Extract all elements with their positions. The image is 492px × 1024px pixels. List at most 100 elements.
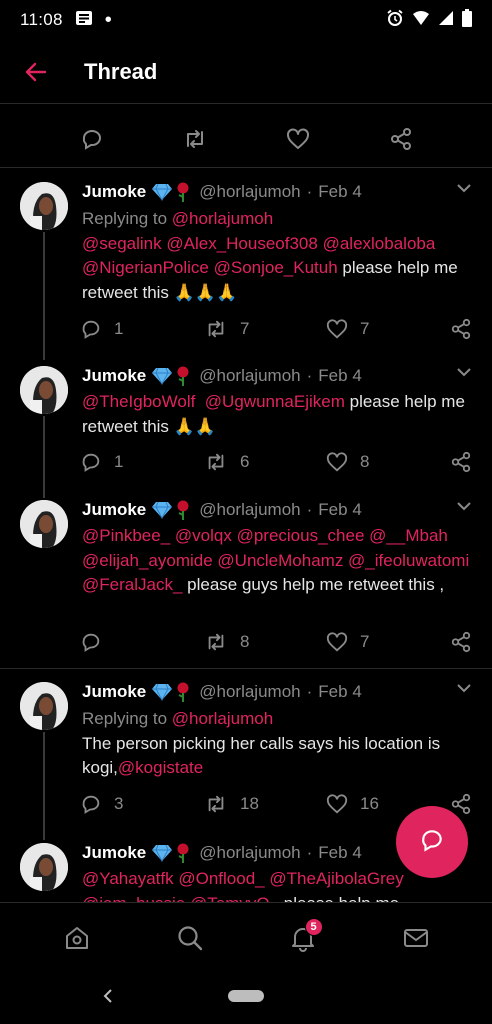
system-back-icon[interactable] (98, 986, 118, 1006)
tweet-text: @Pinkbee_ @volqx @precious_chee @__Mbah … (82, 524, 474, 598)
mention-link[interactable]: @precious_chee (237, 526, 365, 545)
like-count: 7 (360, 632, 370, 651)
share-icon[interactable] (381, 119, 421, 159)
like-button[interactable]: 7 (326, 631, 369, 653)
tweet-item[interactable]: Jumoke @horlajumoh · Feb 4 @TheIgboWolf … (0, 362, 492, 498)
bottom-tab-bar: 5 (0, 902, 492, 972)
retweet-icon[interactable] (175, 119, 215, 159)
like-heart-icon[interactable] (278, 119, 318, 159)
retweet-icon (208, 320, 224, 338)
tweet-date: Feb 4 (318, 500, 362, 519)
mention-link[interactable]: @kogistate (118, 758, 203, 777)
retweet-button[interactable]: 8 (204, 631, 249, 653)
display-name[interactable]: Jumoke (82, 366, 146, 386)
replying-handle[interactable]: @horlajumoh (172, 709, 273, 728)
share-button[interactable] (450, 451, 472, 473)
mention-link[interactable]: @FeralJack_ (82, 575, 182, 594)
messages-mail-icon[interactable] (396, 918, 436, 958)
mention-link[interactable]: @TemyyO_ (190, 894, 279, 903)
display-name[interactable]: Jumoke (82, 682, 146, 702)
user-handle: @horlajumoh (199, 366, 301, 385)
retweet-button[interactable]: 6 (204, 451, 249, 473)
mention-link[interactable]: @_ifeoluwatomi (348, 551, 469, 570)
replying-handle[interactable]: @horlajumoh (172, 209, 273, 228)
separator-dot: · (306, 366, 313, 385)
avatar[interactable] (20, 500, 68, 548)
like-button[interactable]: 8 (326, 451, 369, 473)
display-name[interactable]: Jumoke (82, 500, 146, 520)
mention-link[interactable]: @volqx (175, 526, 232, 545)
retweet-button[interactable]: 18 (204, 793, 259, 815)
avatar[interactable] (20, 182, 68, 230)
rose-icon (175, 682, 191, 702)
mention-link[interactable]: @Sonjoe_Kutuh (214, 258, 338, 277)
display-name[interactable]: Jumoke (82, 843, 146, 863)
chevron-down-icon[interactable] (454, 678, 474, 698)
mention-link[interactable]: @iam_bussie (82, 894, 185, 903)
share-button[interactable] (450, 318, 472, 340)
reply-icon[interactable] (72, 119, 112, 159)
mention-link[interactable]: @Onflood_ (178, 869, 264, 888)
body-text: please guys help me retweet this , (182, 575, 445, 594)
chevron-down-icon[interactable] (454, 496, 474, 516)
status-time: 11:08 (20, 10, 63, 29)
like-button[interactable]: 7 (326, 318, 369, 340)
mention-link[interactable]: @__Mbah (369, 526, 448, 545)
reply-button[interactable]: 1 (80, 318, 123, 340)
retweet-count: 18 (240, 794, 259, 813)
mention-link[interactable]: @UncleMohamz (217, 551, 343, 570)
reply-button[interactable] (80, 631, 114, 653)
replying-label: Replying to (82, 209, 172, 228)
home-icon[interactable] (57, 918, 97, 958)
tweet-date: Feb 4 (318, 682, 362, 701)
avatar[interactable] (20, 366, 68, 414)
divider (0, 668, 492, 669)
reply-button[interactable]: 3 (80, 793, 123, 815)
tweet-item[interactable]: Jumoke @horlajumoh · Feb 4 Replying to @… (0, 178, 492, 360)
mention-link[interactable]: @UgwunnaEjikem (205, 392, 345, 411)
back-arrow-icon[interactable] (22, 58, 50, 86)
retweet-count: 6 (240, 452, 250, 471)
tweet-header: Jumoke @horlajumoh · Feb 4 (82, 680, 362, 704)
page-title: Thread (84, 58, 158, 84)
retweet-button[interactable]: 7 (204, 318, 249, 340)
body-text: please help me (279, 894, 399, 903)
alarm-icon (386, 9, 404, 32)
chevron-down-icon[interactable] (454, 178, 474, 198)
system-nav-bar (0, 972, 492, 1024)
compose-reply-button[interactable] (396, 806, 468, 878)
mention-link[interactable]: @segalink (82, 234, 162, 253)
retweet-count: 8 (240, 632, 250, 651)
rose-icon (175, 366, 191, 386)
like-button[interactable]: 16 (326, 793, 379, 815)
display-name[interactable]: Jumoke (82, 182, 146, 202)
tweet-date: Feb 4 (318, 366, 362, 385)
thread-connector (43, 232, 45, 360)
reply-button[interactable]: 1 (80, 451, 123, 473)
share-button[interactable] (450, 631, 472, 653)
tweet-action-bar (0, 110, 492, 168)
avatar[interactable] (20, 682, 68, 730)
system-home-pill[interactable] (228, 990, 264, 1002)
mention-link[interactable]: @TheIgboWolf (82, 392, 195, 411)
tweet-header: Jumoke @horlajumoh · Feb 4 (82, 841, 362, 865)
share-button[interactable] (450, 793, 472, 815)
mention-link[interactable]: @alexlobaloba (323, 234, 436, 253)
avatar[interactable] (20, 843, 68, 891)
mention-link[interactable]: @Yahayatfk (82, 869, 174, 888)
compose-reply-icon (419, 827, 445, 858)
tweet-header: Jumoke @horlajumoh · Feb 4 (82, 498, 362, 522)
chevron-down-icon[interactable] (454, 362, 474, 382)
replying-to: Replying to @horlajumoh (82, 707, 474, 732)
reply-count: 1 (114, 452, 124, 471)
mention-link[interactable]: @Alex_Houseof308 (166, 234, 317, 253)
replying-to: Replying to @horlajumoh (82, 207, 474, 232)
mention-link[interactable]: @NigerianPolice (82, 258, 209, 277)
thread-feed[interactable]: Jumoke @horlajumoh · Feb 4 Replying to @… (0, 168, 492, 902)
notifications-bell-icon[interactable]: 5 (283, 917, 323, 958)
mention-link[interactable]: @TheAjibolaGrey (269, 869, 403, 888)
search-icon[interactable] (170, 918, 210, 958)
mention-link[interactable]: @Pinkbee_ (82, 526, 170, 545)
mention-link[interactable]: @elijah_ayomide (82, 551, 213, 570)
tweet-item[interactable]: Jumoke @horlajumoh · Feb 4 @Pinkbee_ @vo… (0, 498, 492, 658)
